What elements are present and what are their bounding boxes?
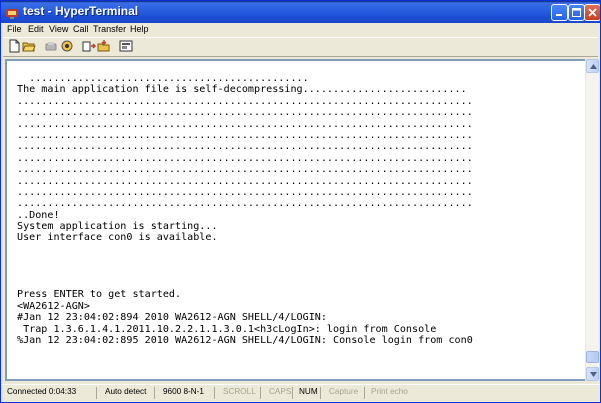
terminal-line: ........................................… (17, 175, 473, 187)
terminal-line: ........................................… (17, 73, 309, 84)
status-detect: Auto detect (101, 387, 155, 399)
terminal-line: ........................................… (17, 198, 473, 210)
menu-call[interactable]: Call (73, 24, 89, 34)
status-print-echo: Print echo (371, 387, 408, 396)
dial-icon[interactable] (60, 39, 74, 53)
terminal-line: #Jan 12 23:04:02:894 2010 WA2612-AGN SHE… (17, 312, 327, 324)
terminal-line: ........................................… (17, 186, 473, 198)
window-title: test - HyperTerminal (23, 4, 139, 18)
new-icon[interactable] (7, 39, 21, 53)
terminal-line: Trap 1.3.6.1.4.1.2011.10.2.2.1.1.3.0.1<h… (17, 323, 437, 335)
status-connected: Connected 0:04:33 (3, 387, 97, 399)
scroll-thumb[interactable] (586, 351, 599, 363)
terminal-line: ........................................… (17, 141, 473, 153)
status-scroll: SCROLL (219, 387, 261, 399)
menu-file[interactable]: File (7, 24, 22, 34)
scroll-down-button[interactable] (586, 367, 599, 381)
close-button[interactable] (584, 4, 600, 21)
menu-help[interactable]: Help (130, 24, 149, 34)
maximize-button[interactable] (568, 4, 585, 21)
hyperterminal-window: test - HyperTerminal File Edit View Call… (0, 0, 601, 403)
terminal-line: System application is starting... (17, 221, 218, 233)
terminal-line: User interface con0 is available. (17, 232, 218, 244)
hyperterminal-icon[interactable] (5, 5, 19, 19)
receive-icon[interactable] (97, 39, 111, 53)
menu-view[interactable]: View (49, 24, 68, 34)
terminal-line: ........................................… (17, 164, 473, 176)
scroll-up-button[interactable] (586, 59, 599, 73)
terminal-line: %Jan 12 23:04:02:895 2010 WA2612-AGN SHE… (17, 334, 473, 346)
terminal-line: <WA2612-AGN> (17, 300, 90, 312)
status-settings: 9600 8-N-1 (159, 387, 215, 399)
open-icon[interactable] (22, 39, 36, 53)
terminal-frame: ........................................… (5, 59, 587, 381)
menu-edit[interactable]: Edit (28, 24, 44, 34)
terminal-line: ........................................… (17, 118, 473, 130)
terminal-line: The main application file is self-decomp… (17, 84, 467, 96)
status-bar: Connected 0:04:33 Auto detect 9600 8-N-1… (1, 384, 600, 402)
terminal-line: Press ENTER to get started. (17, 289, 182, 301)
status-capture: Capture (325, 387, 365, 399)
toolbar (3, 37, 598, 57)
terminal-line: ........................................… (17, 152, 473, 164)
disconnect-icon[interactable] (44, 39, 58, 53)
menu-bar: File Edit View Call Transfer Help (3, 23, 598, 37)
terminal-line: ........................................… (17, 107, 473, 119)
status-num: NUM (295, 387, 321, 399)
title-bar[interactable]: test - HyperTerminal (1, 1, 600, 23)
terminal-output[interactable]: ........................................… (17, 73, 579, 379)
properties-icon[interactable] (119, 39, 133, 53)
send-icon[interactable] (82, 39, 96, 53)
menu-transfer[interactable]: Transfer (93, 24, 126, 34)
vertical-scrollbar[interactable] (585, 59, 599, 381)
minimize-button[interactable] (551, 4, 568, 21)
terminal-line: ..Done! (17, 209, 60, 221)
terminal-line: ........................................… (17, 129, 473, 141)
status-caps: CAPS (265, 387, 293, 399)
terminal-line: ........................................… (17, 95, 473, 107)
